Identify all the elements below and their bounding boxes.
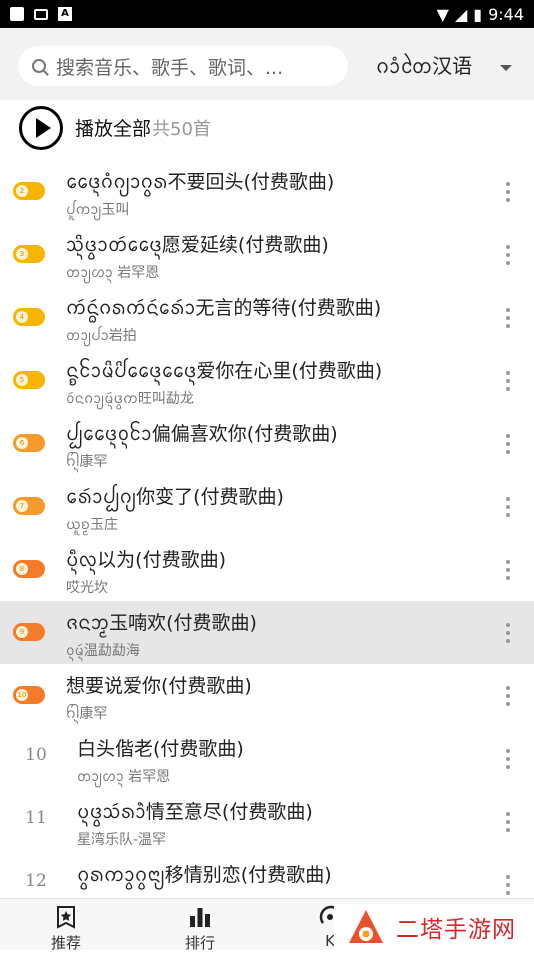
header: 搜索音乐、歌手、歌词、... ᨣᩣᩴᨲᩱ汉语 bbox=[0, 28, 534, 100]
search-icon bbox=[32, 59, 46, 73]
song-title: ᩁᩮᩢᩣᨸ᩠ᨷᨣ᩠ᨿ你变了(付费歌曲) bbox=[66, 486, 284, 508]
song-row[interactable]: 2 ᨴᩯ᩠ᨶᨣᩴᨣ᩠ᨿᩣᨣ᩠ᩅᩁ不要回头(付费歌曲) ᨸᩪᨠᩣ᩠ᨿ玉叫 bbox=[0, 160, 534, 223]
mail-icon bbox=[34, 8, 48, 20]
song-title: 想要说爱你(付费歌曲) bbox=[66, 675, 252, 697]
chevron-down-icon[interactable] bbox=[500, 65, 512, 71]
song-row[interactable]: 10 白头偕老(付费歌曲) ᨲᩣ᩠ᨿᩉᩣ᩠ᨶ 岩罕恩 bbox=[0, 727, 534, 790]
song-artist: ᨤᩤ᩠ᨶ康罕 bbox=[66, 706, 108, 722]
song-title: ᨷ᩠ᨶᩥᩃ᩠ᨶ以为(付费歌曲) bbox=[66, 549, 226, 571]
song-title: ᨩᨶᨽ᩠ᨾ玉喃欢(付费歌曲) bbox=[66, 612, 257, 634]
more-options-icon[interactable] bbox=[506, 623, 510, 643]
rank-number: 11 bbox=[25, 808, 47, 828]
rank-badge: 6 bbox=[13, 434, 45, 452]
song-row[interactable]: 4 ᨠᩢᨶᩢ᩠ᨵᨣᩁᨠᩢᨶᩢᩁᩮᩢᩣ无言的等待(付费歌曲) ᨲᩣ᩠ᨿᨸᩣ岩拍 bbox=[0, 286, 534, 349]
status-bar: A ▼ ◢ ▮ 9:44 bbox=[0, 0, 534, 28]
song-title: ᩈᩦ᩠ᨶᨴ᩠ᩅᩣᨲᩢᨴᩯ᩠ᨶ愿爱延续(付费歌曲) bbox=[66, 234, 329, 256]
rank-badge: 5 bbox=[13, 371, 45, 389]
rank-badge: 3 bbox=[13, 245, 45, 263]
song-title: ᨸ᩠ᨷᨴᩯ᩠ᨶᩅ᩠ᨶᩰᩣ偏偏喜欢你(付费歌曲) bbox=[66, 423, 338, 445]
search-placeholder: 搜索音乐、歌手、歌词、... bbox=[56, 56, 284, 79]
rank-badge-number: 3 bbox=[16, 248, 28, 260]
rank-badge: 7 bbox=[13, 497, 45, 515]
rank-badge-number: 10 bbox=[16, 689, 28, 701]
ad-logo-icon bbox=[349, 910, 383, 943]
play-all-bar[interactable]: 播放全部 共50首 bbox=[0, 100, 534, 156]
song-artist: ᨿᩪᨧ᩠ᨾ玉庄 bbox=[66, 517, 119, 533]
rank-badge-number: 6 bbox=[16, 437, 28, 449]
song-artist: ᨤᩤ᩠ᨶ康罕 bbox=[66, 454, 108, 470]
song-row[interactable]: 5 ᨶ᩠ᨧᩰᩣᨾᩦᨸᩦᨴᩯ᩠ᨶᨴᩯ᩠ᨶ爱你在心里(付费歌曲) ᩅᩢᨶᨣᩣ᩠ᨿᨾᩢ᩠ᨶ… bbox=[0, 349, 534, 412]
rank-number: 12 bbox=[25, 871, 47, 891]
rank-badge: 2 bbox=[13, 182, 45, 200]
song-artist: ᨲᩣ᩠ᨿᩉᩣ᩠ᨶ 岩罕恩 bbox=[77, 769, 171, 785]
song-row[interactable]: 9 ᨩᨶᨽ᩠ᨾ玉喃欢(付费歌曲) ᩅ᩠ᨶᨾᩢ᩠ᨶ温勐勐海 bbox=[0, 601, 534, 664]
song-row[interactable]: 7 ᩁᩮᩢᩣᨸ᩠ᨷᨣ᩠ᨿ你变了(付费歌曲) ᨿᩪᨧ᩠ᨾ玉庄 bbox=[0, 475, 534, 538]
tab-ranking[interactable]: 排行 bbox=[150, 899, 250, 952]
battery-icon: ▮ bbox=[473, 4, 483, 24]
song-title: ᨣ᩠ᩅᩁᨠᩣ᩠ᩅᨣ᩠ᩅᨶᩣ᩠ᨿ移情别恋(付费歌曲) bbox=[77, 864, 332, 886]
more-options-icon[interactable] bbox=[506, 560, 510, 580]
bar-chart-icon bbox=[190, 908, 210, 927]
song-artist: ᨲᩣ᩠ᨿᨸᩣ岩拍 bbox=[66, 328, 137, 344]
song-artist: 星湾乐队-温罕 bbox=[77, 832, 167, 848]
more-options-icon[interactable] bbox=[506, 875, 510, 895]
song-title: 白头偕老(付费歌曲) bbox=[77, 738, 244, 760]
song-title: ᨠᩢᨶᩢ᩠ᨵᨣᩁᨠᩢᨶᩢᩁᩮᩢᩣ无言的等待(付费歌曲) bbox=[66, 297, 382, 319]
song-title: ᨴᩯ᩠ᨶᨣᩴᨣ᩠ᨿᩣᨣ᩠ᩅᩁ不要回头(付费歌曲) bbox=[66, 171, 335, 193]
tab-recommend[interactable]: 推荐 bbox=[16, 899, 116, 952]
status-time: 9:44 bbox=[488, 4, 524, 24]
rank-number: 10 bbox=[25, 745, 47, 765]
ad-text: 二塔手游网 bbox=[396, 917, 516, 943]
status-system: ▼ ◢ ▮ 9:44 bbox=[437, 5, 524, 24]
rank-badge-number: 2 bbox=[16, 185, 28, 197]
rank-badge: 4 bbox=[13, 308, 45, 326]
rank-badge: 8 bbox=[13, 560, 45, 578]
song-artist: ᨲᩣ᩠ᨿᩉᩣ᩠ᨶ 岩罕恩 bbox=[66, 265, 160, 281]
song-row[interactable]: 10 想要说爱你(付费歌曲) ᨤᩤ᩠ᨶ康罕 bbox=[0, 664, 534, 727]
song-artist: 哎光坎 bbox=[66, 580, 108, 596]
song-row[interactable]: 6 ᨸ᩠ᨷᨴᩯ᩠ᨶᩅ᩠ᨶᩰᩣ偏偏喜欢你(付费歌曲) ᨤᩤ᩠ᨶ康罕 bbox=[0, 412, 534, 475]
song-row[interactable]: 3 ᩈᩦ᩠ᨶᨴ᩠ᩅᩣᨲᩢᨴᩯ᩠ᨶ愿爱延续(付费歌曲) ᨲᩣ᩠ᨿᩉᩣ᩠ᨶ 岩罕恩 bbox=[0, 223, 534, 286]
rank-badge-number: 4 bbox=[16, 311, 28, 323]
rank-badge-number: 9 bbox=[16, 626, 28, 638]
song-artist: ᩅᩢᨶᨣᩣ᩠ᨿᨾᩢ᩠ᨶᨴ᩠ᩅᨠ旺叫勐龙 bbox=[66, 391, 194, 407]
more-options-icon[interactable] bbox=[506, 434, 510, 454]
more-options-icon[interactable] bbox=[506, 371, 510, 391]
play-all-label[interactable]: 播放全部 bbox=[75, 114, 151, 141]
wifi-icon: ▼ bbox=[436, 4, 449, 24]
watermark-ad[interactable]: 二塔手游网 bbox=[334, 904, 534, 950]
rank-badge: 9 bbox=[13, 623, 45, 641]
more-options-icon[interactable] bbox=[506, 812, 510, 832]
song-artist: ᨸᩪᨠᩣ᩠ᨿ玉叫 bbox=[66, 202, 130, 218]
more-options-icon[interactable] bbox=[506, 245, 510, 265]
song-title: ᨶ᩠ᨧᩰᩣᨾᩦᨸᩦᨴᩯ᩠ᨶᨴᩯ᩠ᨶ爱你在心里(付费歌曲) bbox=[66, 360, 383, 382]
notification-square-icon bbox=[10, 7, 24, 21]
more-options-icon[interactable] bbox=[506, 749, 510, 769]
language-selector[interactable]: ᨣᩣᩴᨲᩱ汉语 bbox=[376, 50, 472, 84]
song-artist: ᩅ᩠ᨶᨾᩢ᩠ᨶ温勐勐海 bbox=[66, 643, 140, 659]
more-options-icon[interactable] bbox=[506, 497, 510, 517]
rank-badge-number: 5 bbox=[16, 374, 28, 386]
star-badge-icon bbox=[57, 906, 75, 929]
more-options-icon[interactable] bbox=[506, 182, 510, 202]
rank-badge-number: 7 bbox=[16, 500, 28, 512]
rank-badge-number: 8 bbox=[16, 563, 28, 575]
play-icon[interactable] bbox=[19, 106, 63, 150]
rank-badge: 10 bbox=[13, 686, 45, 704]
signal-icon: ◢ bbox=[454, 4, 468, 24]
status-notifications: A bbox=[10, 7, 72, 21]
song-title: ᨷ᩠ᨶᨴ᩠ᩅᩈᩢᩁᩣᩫ情至意尽(付费歌曲) bbox=[77, 801, 313, 823]
more-options-icon[interactable] bbox=[506, 686, 510, 706]
song-row[interactable]: 8 ᨷ᩠ᨶᩥᩃ᩠ᨶ以为(付费歌曲) 哎光坎 bbox=[0, 538, 534, 601]
more-options-icon[interactable] bbox=[506, 308, 510, 328]
search-input[interactable]: 搜索音乐、歌手、歌词、... bbox=[18, 46, 348, 86]
song-row[interactable]: 11 ᨷ᩠ᨶᨴ᩠ᩅᩈᩢᩁᩣᩫ情至意尽(付费歌曲) 星湾乐队-温罕 bbox=[0, 790, 534, 853]
text-app-icon: A bbox=[58, 7, 72, 21]
song-count: 共50首 bbox=[152, 119, 211, 140]
